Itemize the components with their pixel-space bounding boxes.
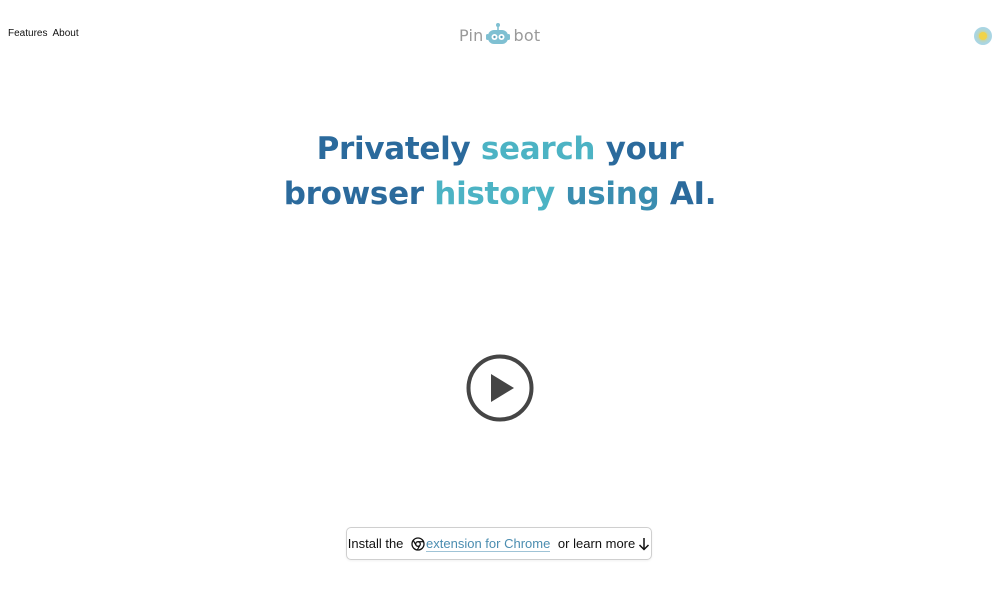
theme-toggle-button[interactable] [974, 27, 992, 45]
hero-word: Privately [316, 131, 481, 167]
hero-line-1: Privately search your [0, 127, 1000, 172]
logo-text-pin: Pin [459, 25, 484, 45]
hero-word: AI. [669, 176, 717, 212]
logo[interactable]: Pin bot [459, 22, 540, 48]
chrome-icon [411, 536, 425, 551]
hero-word: your [605, 131, 684, 167]
sun-icon [979, 32, 987, 40]
top-nav: Features About [8, 28, 79, 39]
hero-word: using [565, 176, 670, 212]
hero-word-highlight: history [434, 176, 566, 212]
cta-prefix: Install the [347, 536, 408, 551]
logo-text-bot: bot [513, 25, 541, 45]
page: Features About Pin bot Privately search … [0, 0, 1000, 600]
play-icon[interactable] [466, 354, 534, 422]
hero-word-highlight: search [480, 131, 606, 167]
hero-headline: Privately search your browser history us… [0, 127, 1000, 217]
arrow-down-icon[interactable] [638, 537, 650, 551]
hero-word: browser [283, 176, 435, 212]
cta-suffix: or learn more [554, 536, 636, 551]
nav-link-features[interactable]: Features [8, 28, 47, 39]
nav-link-about[interactable]: About [52, 28, 78, 39]
install-cta-box: Install the extension for Chrome or lear… [346, 527, 652, 560]
hero-line-2: browser history using AI. [0, 172, 1000, 217]
chrome-extension-link[interactable]: extension for Chrome [426, 536, 551, 552]
robot-icon [486, 23, 511, 44]
